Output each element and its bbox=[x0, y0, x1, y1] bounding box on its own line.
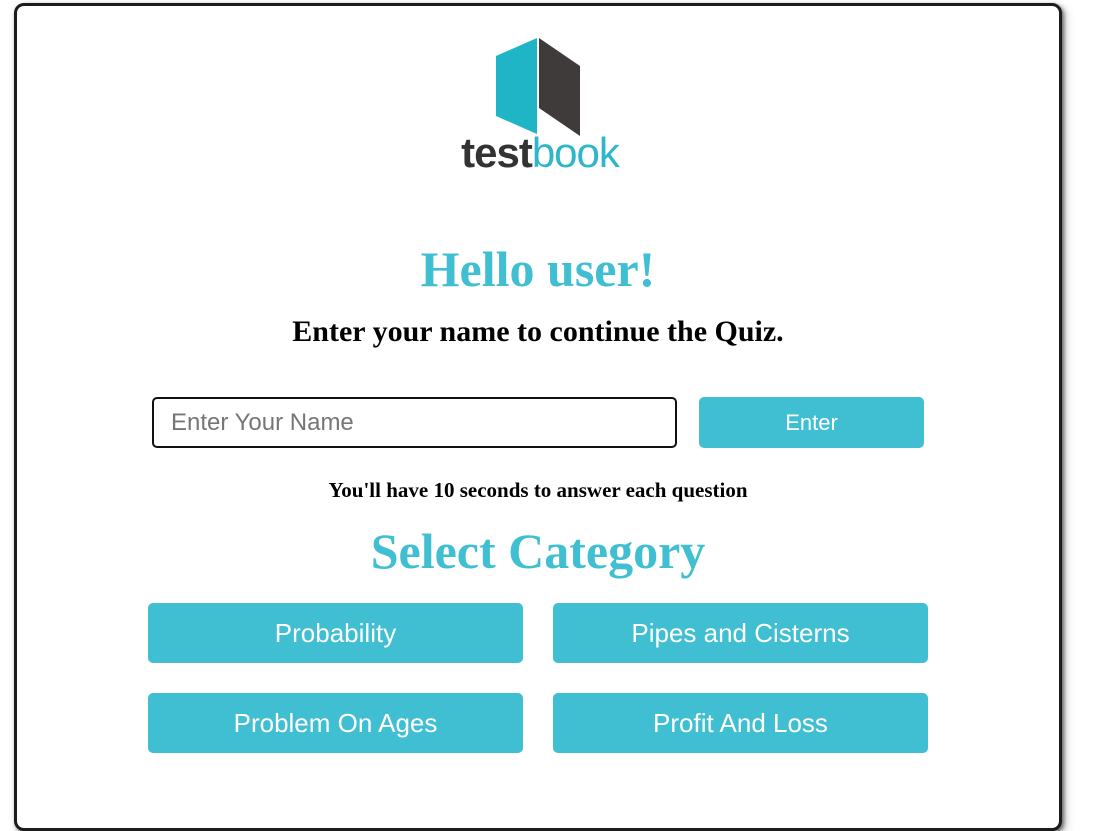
testbook-logo: testbook bbox=[440, 30, 640, 190]
category-button-probability[interactable]: Probability bbox=[148, 603, 523, 663]
greeting-title: Hello user! bbox=[420, 241, 656, 297]
category-button-profit-and-loss[interactable]: Profit And Loss bbox=[553, 693, 928, 753]
book-logo-icon bbox=[496, 38, 580, 136]
enter-button[interactable]: Enter bbox=[699, 397, 924, 448]
logo-word-test: test bbox=[461, 129, 533, 176]
select-category-title: Select Category bbox=[370, 523, 706, 579]
category-button-problem-on-ages[interactable]: Problem On Ages bbox=[148, 693, 523, 753]
greeting-subtitle: Enter your name to continue the Quiz. bbox=[292, 315, 784, 348]
name-input[interactable] bbox=[152, 397, 677, 448]
logo-wordmark: testbook bbox=[440, 132, 640, 174]
logo-word-book: book bbox=[531, 129, 620, 176]
timer-note: You'll have 10 seconds to answer each qu… bbox=[328, 478, 748, 502]
category-button-pipes-and-cisterns[interactable]: Pipes and Cisterns bbox=[553, 603, 928, 663]
